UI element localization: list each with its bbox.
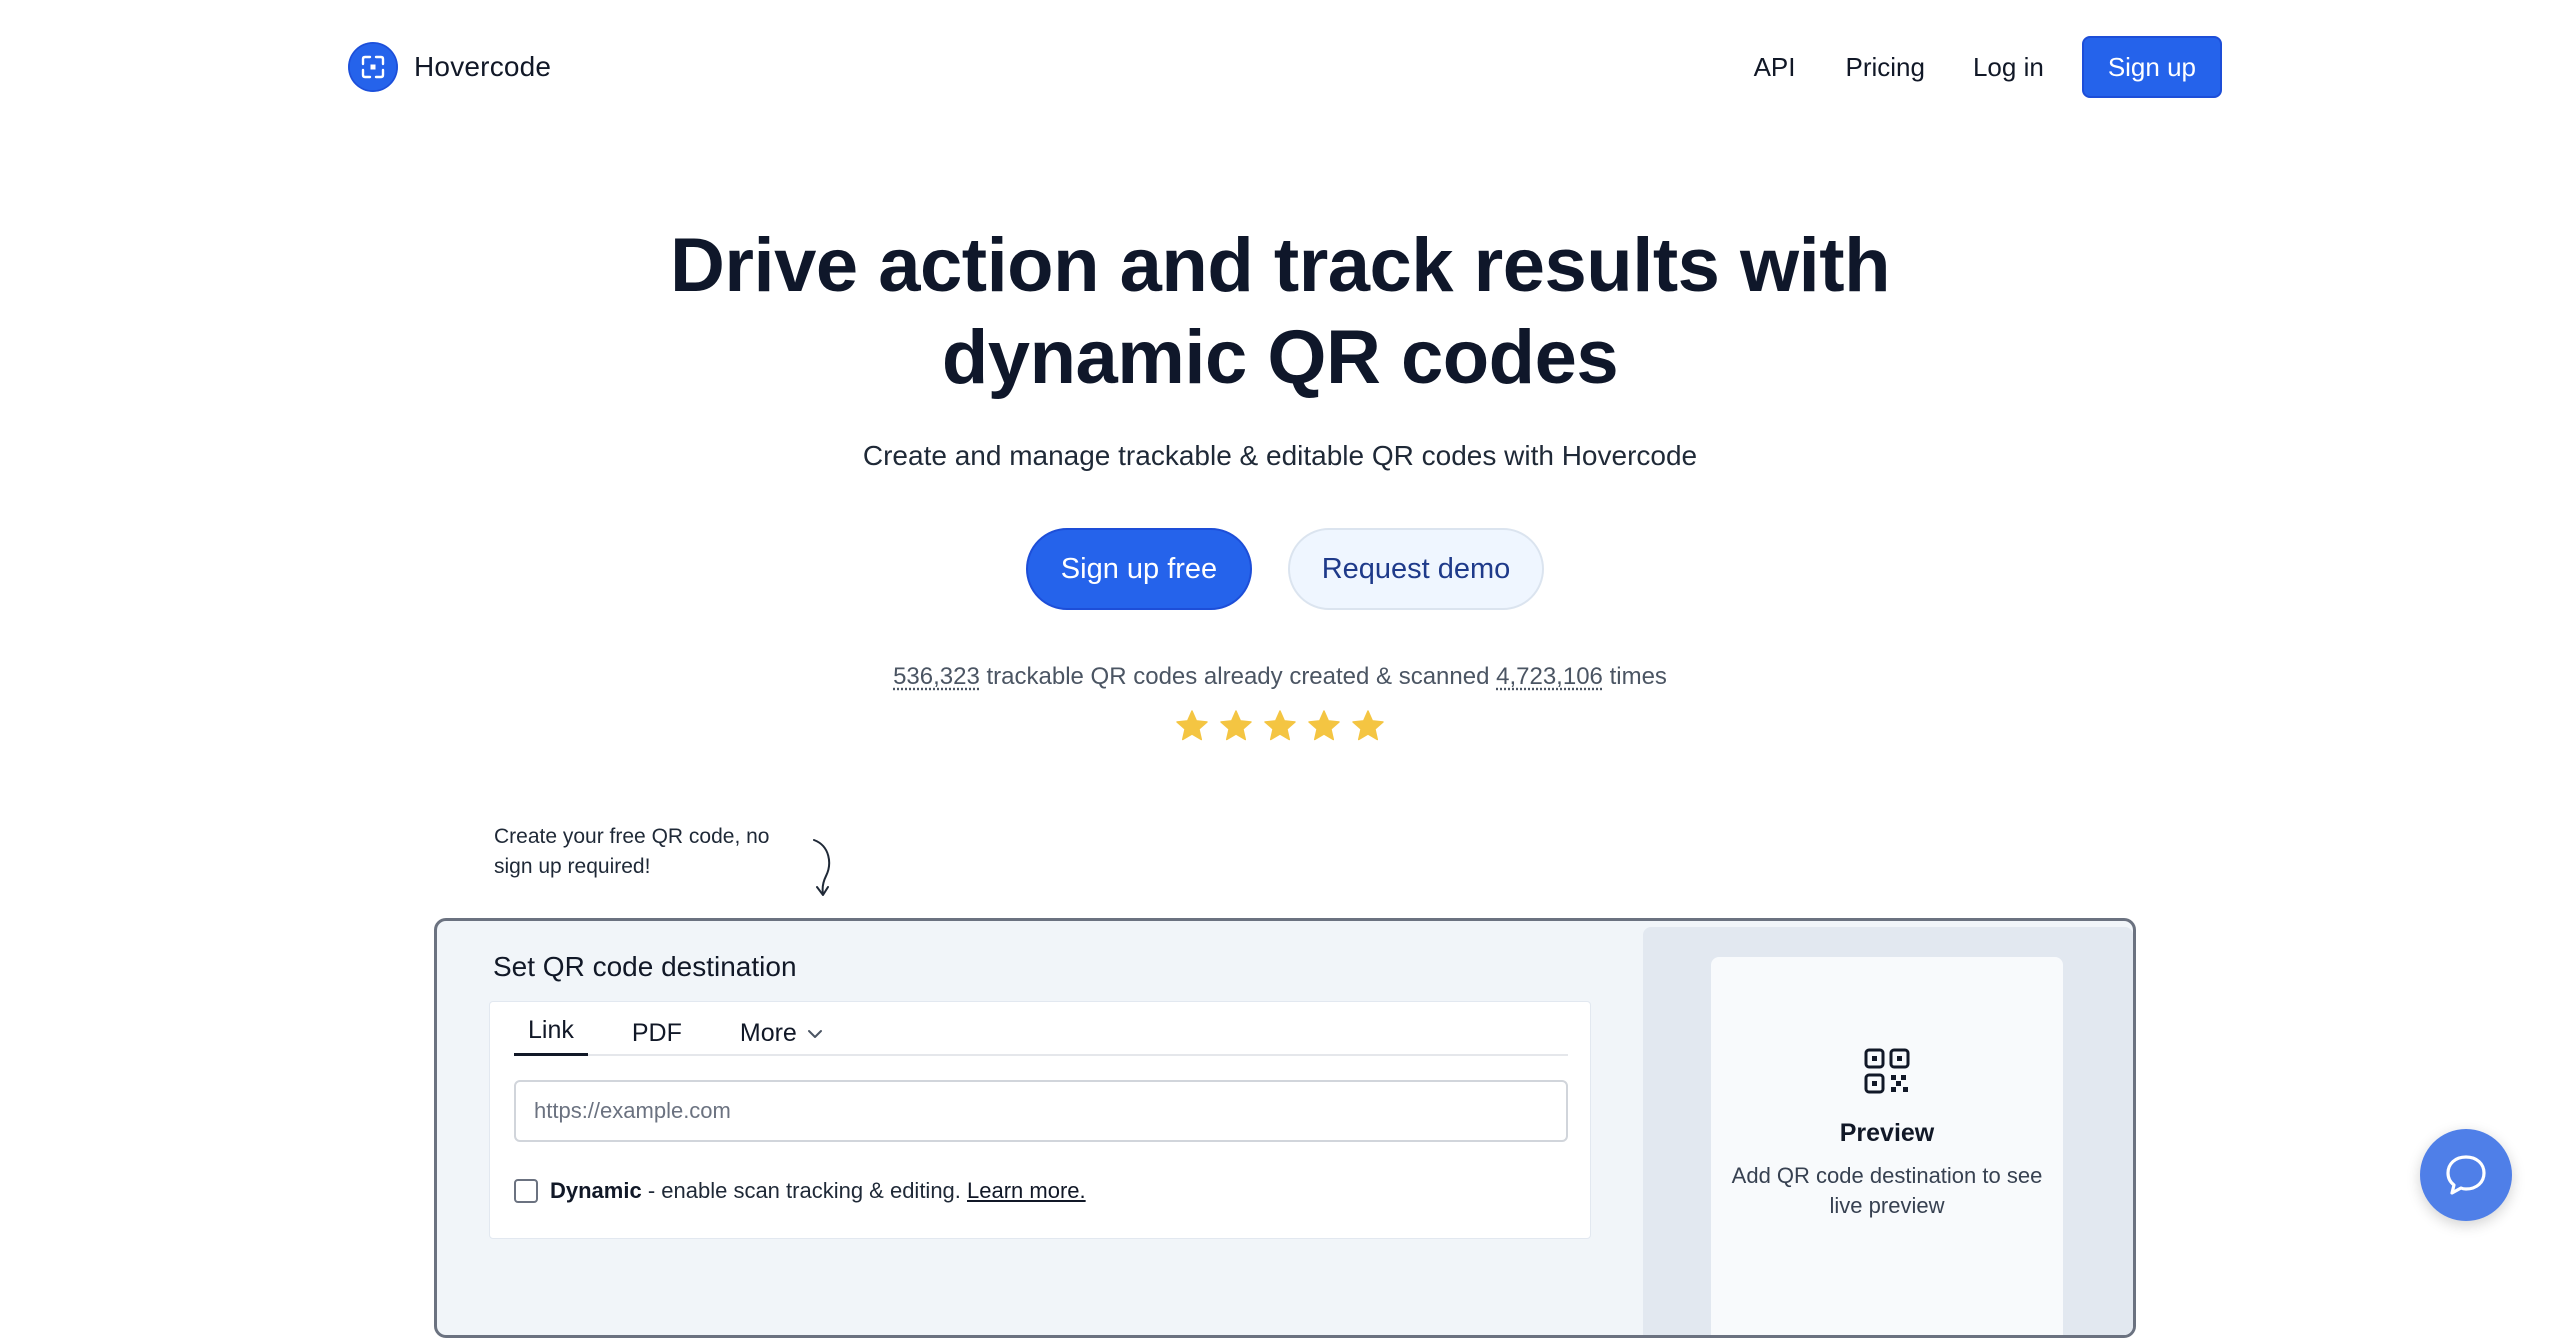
chevron-down-icon [807, 1029, 822, 1038]
tab-more-label: More [739, 1019, 797, 1047]
stats-suffix: times [1609, 663, 1667, 690]
star-icon [1264, 710, 1296, 741]
dynamic-checkbox[interactable] [514, 1179, 538, 1203]
hero-subtitle: Create and manage trackable & editable Q… [862, 440, 1698, 471]
destination-card: Link PDF More Dynamic - enable scan trac… [489, 1001, 1591, 1239]
nav-link-api[interactable]: API [1730, 38, 1820, 97]
chat-launcher-button[interactable] [2420, 1129, 2512, 1221]
dynamic-label: Dynamic [550, 1178, 642, 1203]
star-icon [1220, 710, 1252, 741]
free-qr-note: Create your free QR code, no sign up req… [494, 825, 770, 878]
dynamic-text: Dynamic - enable scan tracking & editing… [550, 1178, 1086, 1204]
hero-title-line-1: Drive action and track results with [670, 223, 1891, 308]
stats-middle-text: trackable QR codes already created & sca… [986, 663, 1490, 690]
learn-more-link[interactable]: Learn more. [967, 1178, 1086, 1203]
star-icon [1352, 710, 1384, 741]
qr-generator-panel: Set QR code destination Link PDF More Dy… [434, 918, 2136, 1338]
curved-arrow-icon [813, 839, 831, 896]
tab-pdf-label: PDF [631, 1019, 682, 1047]
preview-area: Preview Add QR code destination to see l… [1643, 927, 2133, 1335]
qr-code-icon [1864, 1048, 1910, 1094]
dynamic-description: - enable scan tracking & editing. [641, 1178, 968, 1203]
signup-button[interactable]: Sign up [2081, 36, 2222, 98]
scans-count: 4,723,106 [1496, 663, 1603, 690]
chat-bubble-icon [2446, 1155, 2486, 1195]
signup-free-button[interactable]: Sign up free [1026, 528, 1252, 610]
brand-logo-link[interactable]: Hovercode [348, 42, 551, 92]
nav-links: API Pricing Log in Sign up [1730, 36, 2222, 98]
preview-description: Add QR code destination to see live prev… [1731, 1163, 2043, 1218]
top-navbar: Hovercode API Pricing Log in Sign up [0, 0, 2560, 135]
nav-link-pricing[interactable]: Pricing [1821, 38, 1948, 97]
request-demo-button[interactable]: Request demo [1288, 528, 1544, 610]
nav-link-login[interactable]: Log in [1949, 38, 2068, 97]
scan-frame-icon [348, 42, 398, 92]
usage-stats: 536,323 trackable QR codes already creat… [0, 663, 2560, 691]
tab-more[interactable]: More [726, 1019, 837, 1056]
brand-name: Hovercode [414, 51, 552, 82]
hero-title: Drive action and track results with dyna… [0, 220, 2560, 404]
codes-count: 536,323 [893, 663, 980, 690]
url-input[interactable] [514, 1080, 1568, 1142]
destination-tabs: Link PDF More [514, 1002, 1568, 1056]
tab-link[interactable]: Link [514, 1016, 588, 1056]
cta-row: Sign up free Request demo [0, 528, 2560, 610]
dynamic-option: Dynamic - enable scan tracking & editing… [514, 1178, 1086, 1204]
panel-title: Set QR code destination [493, 951, 797, 982]
star-icon [1176, 710, 1208, 741]
tab-link-label: Link [528, 1016, 574, 1044]
preview-title: Preview [1839, 1119, 1935, 1147]
tab-pdf[interactable]: PDF [618, 1019, 696, 1056]
hero-title-line-2: dynamic QR codes [941, 315, 1619, 400]
rating-stars [0, 708, 2560, 744]
preview-card: Preview Add QR code destination to see l… [1711, 957, 2063, 1335]
star-icon [1308, 710, 1340, 741]
